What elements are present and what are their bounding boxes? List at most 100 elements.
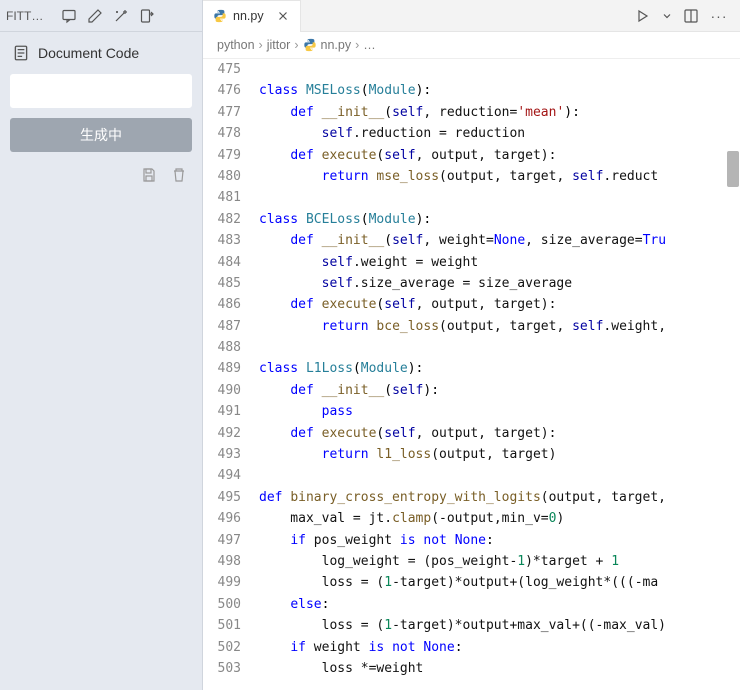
line-number: 475 (203, 59, 241, 80)
code-line[interactable]: class BCELoss(Module): (259, 209, 740, 230)
code-line[interactable]: return mse_loss(output, target, self.red… (259, 166, 740, 187)
line-number: 503 (203, 658, 241, 679)
more-icon[interactable]: ··· (710, 7, 728, 25)
line-number: 488 (203, 337, 241, 358)
line-number: 494 (203, 465, 241, 486)
code-line[interactable]: def binary_cross_entropy_with_logits(out… (259, 487, 740, 508)
line-number: 479 (203, 145, 241, 166)
editor[interactable]: 4754764774784794804814824834844854864874… (203, 59, 740, 690)
comment-icon[interactable] (60, 7, 78, 25)
code-line[interactable]: return l1_loss(output, target) (259, 444, 740, 465)
line-number: 493 (203, 444, 241, 465)
code-line[interactable]: log_weight = (pos_weight-1)*target + 1 (259, 551, 740, 572)
line-number: 480 (203, 166, 241, 187)
sidebar-header-icons (60, 7, 156, 25)
code-line[interactable] (259, 187, 740, 208)
line-number: 478 (203, 123, 241, 144)
close-icon[interactable] (276, 9, 290, 23)
run-icon[interactable] (634, 7, 652, 25)
chevron-down-icon[interactable] (662, 7, 672, 25)
python-file-icon (303, 38, 317, 52)
line-number: 502 (203, 637, 241, 658)
line-number: 477 (203, 102, 241, 123)
sidebar: FITT… Document Code 生成中 (0, 0, 203, 690)
scrollbar-thumb[interactable] (727, 151, 739, 187)
breadcrumb-sep: › (259, 38, 263, 52)
line-number: 487 (203, 316, 241, 337)
save-icon[interactable] (140, 166, 158, 184)
line-number: 498 (203, 551, 241, 572)
code-line[interactable] (259, 59, 740, 80)
line-number: 489 (203, 358, 241, 379)
code-line[interactable]: else: (259, 594, 740, 615)
line-number: 495 (203, 487, 241, 508)
export-icon[interactable] (138, 7, 156, 25)
document-code-label: Document Code (38, 45, 139, 61)
code-area[interactable]: class MSELoss(Module): def __init__(self… (259, 59, 740, 690)
code-line[interactable]: return bce_loss(output, target, self.wei… (259, 316, 740, 337)
line-number: 491 (203, 401, 241, 422)
tabs-bar: nn.py ··· (203, 0, 740, 32)
code-line[interactable] (259, 465, 740, 486)
line-number: 482 (203, 209, 241, 230)
python-file-icon (213, 9, 227, 23)
code-line[interactable]: def execute(self, output, target): (259, 294, 740, 315)
sidebar-input-area (10, 74, 192, 108)
main-area: nn.py ··· python › jittor › nn.py › … 47… (203, 0, 740, 690)
gutter: 4754764774784794804814824834844854864874… (203, 59, 259, 690)
code-line[interactable]: def __init__(self, reduction='mean'): (259, 102, 740, 123)
breadcrumb-sep: › (355, 38, 359, 52)
code-line[interactable]: self.weight = weight (259, 252, 740, 273)
line-number: 486 (203, 294, 241, 315)
line-number: 492 (203, 423, 241, 444)
code-line[interactable]: class L1Loss(Module): (259, 358, 740, 379)
code-line[interactable]: self.reduction = reduction (259, 123, 740, 144)
magic-wand-icon[interactable] (112, 7, 130, 25)
code-line[interactable]: def execute(self, output, target): (259, 423, 740, 444)
app-root: FITT… Document Code 生成中 nn.py (0, 0, 740, 690)
sidebar-footer (0, 162, 202, 188)
breadcrumb-item-3[interactable]: … (363, 38, 376, 52)
line-number: 500 (203, 594, 241, 615)
code-line[interactable]: def execute(self, output, target): (259, 145, 740, 166)
breadcrumb-sep: › (294, 38, 298, 52)
line-number: 484 (203, 252, 241, 273)
sidebar-title: FITT… (6, 9, 56, 23)
trash-icon[interactable] (170, 166, 188, 184)
line-number: 483 (203, 230, 241, 251)
document-code-row: Document Code (0, 32, 202, 74)
code-line[interactable]: if weight is not None: (259, 637, 740, 658)
split-editor-icon[interactable] (682, 7, 700, 25)
sidebar-header: FITT… (0, 0, 202, 32)
tab-label: nn.py (233, 9, 264, 23)
line-number: 497 (203, 530, 241, 551)
code-line[interactable]: def __init__(self): (259, 380, 740, 401)
code-line[interactable]: loss = (1-target)*output+max_val+((-max_… (259, 615, 740, 636)
breadcrumb-item-1[interactable]: jittor (267, 38, 291, 52)
line-number: 485 (203, 273, 241, 294)
line-number: 501 (203, 615, 241, 636)
line-number: 496 (203, 508, 241, 529)
code-line[interactable]: loss = (1-target)*output+(log_weight*(((… (259, 572, 740, 593)
code-line[interactable]: self.size_average = size_average (259, 273, 740, 294)
pencil-icon[interactable] (86, 7, 104, 25)
line-number: 490 (203, 380, 241, 401)
code-line[interactable]: pass (259, 401, 740, 422)
tabs-right-actions: ··· (634, 7, 740, 25)
tab-nn-py[interactable]: nn.py (203, 0, 301, 32)
code-line[interactable]: loss *=weight (259, 658, 740, 679)
code-line[interactable]: def __init__(self, weight=None, size_ave… (259, 230, 740, 251)
line-number: 499 (203, 572, 241, 593)
breadcrumb-item-2[interactable]: nn.py (321, 38, 352, 52)
line-number: 476 (203, 80, 241, 101)
sidebar-text-input[interactable] (10, 74, 192, 108)
line-number: 481 (203, 187, 241, 208)
code-line[interactable]: class MSELoss(Module): (259, 80, 740, 101)
breadcrumb-item-0[interactable]: python (217, 38, 255, 52)
code-line[interactable]: if pos_weight is not None: (259, 530, 740, 551)
generate-button[interactable]: 生成中 (10, 118, 192, 152)
document-icon (12, 44, 30, 62)
breadcrumb: python › jittor › nn.py › … (203, 32, 740, 59)
code-line[interactable]: max_val = jt.clamp(-output,min_v=0) (259, 508, 740, 529)
code-line[interactable] (259, 337, 740, 358)
